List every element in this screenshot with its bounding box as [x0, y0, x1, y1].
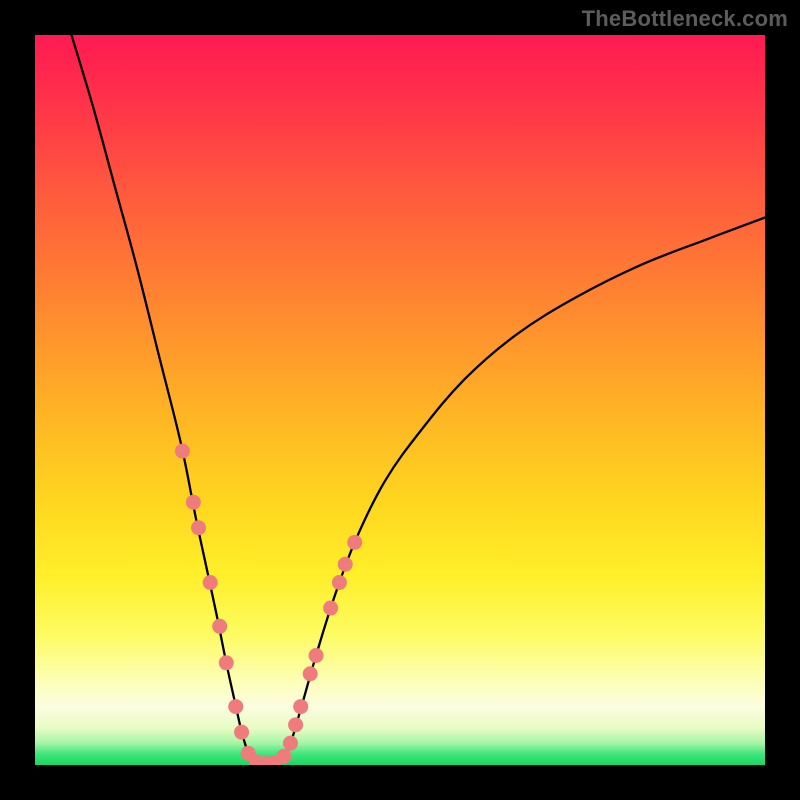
chart-frame: TheBottleneck.com [0, 0, 800, 800]
plot-gradient-background [35, 35, 765, 765]
watermark-text: TheBottleneck.com [582, 6, 788, 32]
